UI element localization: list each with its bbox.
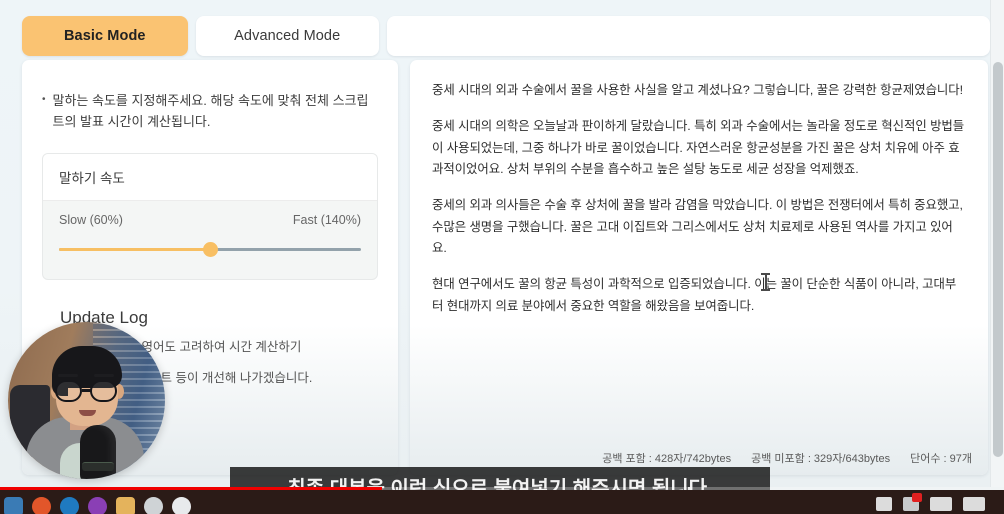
tab-empty[interactable]: [386, 16, 990, 56]
scrollbar-thumb[interactable]: [993, 62, 1003, 457]
browser-icon[interactable]: [32, 497, 51, 514]
script-paragraph: 중세의 외과 의사들은 수술 후 상처에 꿀을 발라 감염을 막았습니다. 이 …: [432, 198, 963, 255]
stat-without-spaces: 공백 미포함 : 329자/643bytes: [751, 453, 891, 465]
script-paragraph: 현대 연구에서도 꿀의 항균 특성이 과학적으로 입증되었습니다. 이는 꿀이 …: [432, 277, 957, 313]
glasses-icon: [53, 380, 121, 402]
tray-icon-notification[interactable]: [902, 493, 922, 511]
speed-instruction-text: 말하는 속도를 지정해주세요. 해당 속도에 맞춰 전체 스크립트의 발표 시간…: [52, 93, 369, 130]
taskbar-clock[interactable]: [996, 497, 998, 506]
webcam-overlay: [8, 322, 165, 479]
stat-word-count: 단어수 : 97개: [910, 453, 972, 465]
character-count-stats: 공백 포함 : 428자/742bytes 공백 미포함 : 329자/643b…: [602, 450, 972, 466]
tab-advanced-mode-label: Advanced Mode: [234, 28, 341, 44]
tray-icon-panel[interactable]: [929, 497, 952, 511]
app-icon-gray[interactable]: [144, 497, 163, 514]
slider-fill: [59, 247, 210, 251]
person-eyebrow-right: [94, 374, 114, 377]
script-text-area[interactable]: 중세 시대의 외과 수술에서 꿀을 사용한 사실을 알고 계셨나요? 그렇습니다…: [410, 60, 988, 442]
glasses-lens-right: [90, 380, 117, 402]
speed-min-label: Slow (60%): [59, 212, 123, 227]
folder-icon[interactable]: [116, 497, 135, 514]
page-scrollbar[interactable]: [990, 0, 1004, 487]
speaking-speed-slider[interactable]: [59, 241, 361, 257]
tab-basic-mode-label: Basic Mode: [63, 28, 146, 44]
file-explorer-icon[interactable]: [4, 497, 23, 514]
speed-range-labels: Slow (60%) Fast (140%): [59, 213, 361, 227]
script-paragraph: 중세 시대의 의학은 오늘날과 판이하게 달랐습니다. 특히 외과 수술에서는 …: [432, 119, 965, 176]
person-eyebrow-left: [58, 374, 78, 377]
stat-with-spaces: 공백 포함 : 428자/742bytes: [602, 453, 732, 465]
tray-icon-window[interactable]: [875, 497, 892, 511]
speaking-speed-title: 말하기 속도: [43, 153, 377, 201]
glasses-lens-left: [55, 380, 82, 402]
speaking-speed-card: 말하기 속도 Slow (60%) Fast (140%): [42, 152, 378, 280]
script-editor-panel[interactable]: 중세 시대의 외과 수술에서 꿀을 사용한 사실을 알고 계셨나요? 그렇습니다…: [410, 60, 988, 475]
script-paragraph: 중세 시대의 외과 수술에서 꿀을 사용한 사실을 알고 계셨나요? 그렇습니다…: [432, 83, 964, 97]
bullet-dot-icon: •: [42, 94, 46, 105]
tab-advanced-mode[interactable]: Advanced Mode: [195, 16, 379, 56]
slider-thumb[interactable]: [203, 241, 218, 257]
app-icon-light[interactable]: [172, 497, 191, 514]
tab-basic-mode[interactable]: Basic Mode: [22, 16, 188, 56]
speed-max-label: Fast (140%): [292, 212, 361, 227]
microphone-band: [82, 462, 114, 471]
taskbar-app-icons: [0, 490, 191, 514]
taskbar-system-tray: [875, 493, 998, 511]
speed-instruction-note: • 말하는 속도를 지정해주세요. 해당 속도에 맞춰 전체 스크립트의 발표 …: [42, 90, 378, 133]
mode-tab-bar: Basic Mode Advanced Mode: [0, 0, 990, 60]
windows-taskbar: [0, 490, 1004, 514]
app-icon-purple[interactable]: [88, 497, 107, 514]
tray-icon-keyboard[interactable]: [962, 497, 985, 511]
application-window: Basic Mode Advanced Mode • 말하는 속도를 지정해주세…: [0, 0, 1004, 514]
edge-icon[interactable]: [60, 497, 79, 514]
